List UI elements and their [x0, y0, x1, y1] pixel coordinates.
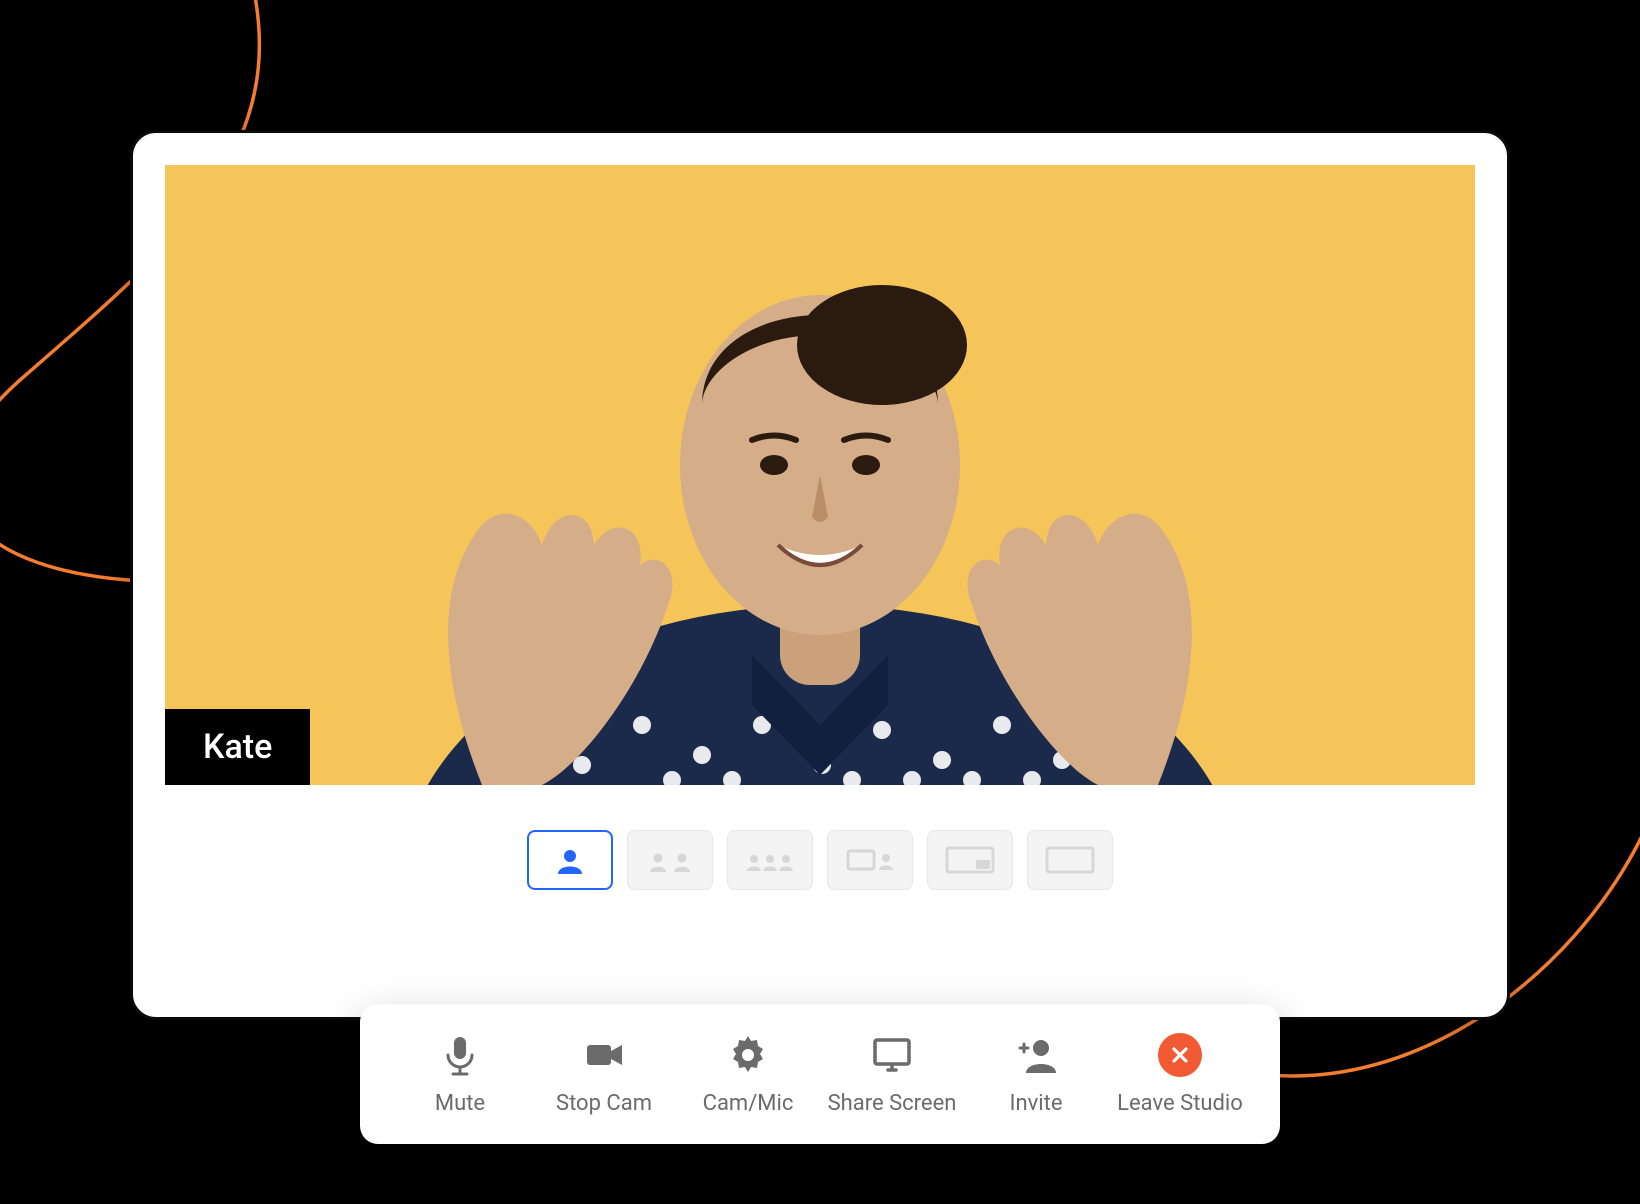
share-screen-label: Share Screen: [828, 1091, 957, 1116]
add-person-icon: [1014, 1033, 1058, 1077]
leave-label: Leave Studio: [1117, 1091, 1243, 1116]
layout-picture-in-picture[interactable]: [927, 830, 1013, 890]
speaker-illustration: [165, 165, 1475, 785]
invite-button[interactable]: Invite: [971, 1033, 1101, 1116]
cam-mic-label: Cam/Mic: [703, 1091, 794, 1116]
share-screen-button[interactable]: Share Screen: [827, 1033, 957, 1116]
layout-three-up[interactable]: [727, 830, 813, 890]
stop-cam-button[interactable]: Stop Cam: [539, 1033, 669, 1116]
invite-label: Invite: [1009, 1091, 1062, 1116]
control-toolbar: Mute Stop Cam Cam/Mic: [360, 1004, 1280, 1144]
participant-name-tag: Kate: [165, 709, 310, 785]
mute-label: Mute: [435, 1091, 485, 1116]
video-stage: Kate: [165, 165, 1475, 785]
gear-icon: [726, 1033, 770, 1077]
stop-cam-label: Stop Cam: [556, 1091, 652, 1116]
layout-screen-with-person[interactable]: [827, 830, 913, 890]
layout-side-by-side[interactable]: [627, 830, 713, 890]
mute-button[interactable]: Mute: [395, 1033, 525, 1116]
participant-name: Kate: [203, 727, 272, 767]
leave-studio-button[interactable]: Leave Studio: [1115, 1033, 1245, 1116]
microphone-icon: [438, 1033, 482, 1077]
studio-window: Kate: [130, 130, 1510, 1020]
cam-mic-settings-button[interactable]: Cam/Mic: [683, 1033, 813, 1116]
close-icon: [1158, 1033, 1202, 1077]
layout-full-screen[interactable]: [1027, 830, 1113, 890]
camera-icon: [582, 1033, 626, 1077]
monitor-icon: [870, 1033, 914, 1077]
layout-single[interactable]: [527, 830, 613, 890]
layout-selector: [133, 815, 1507, 905]
